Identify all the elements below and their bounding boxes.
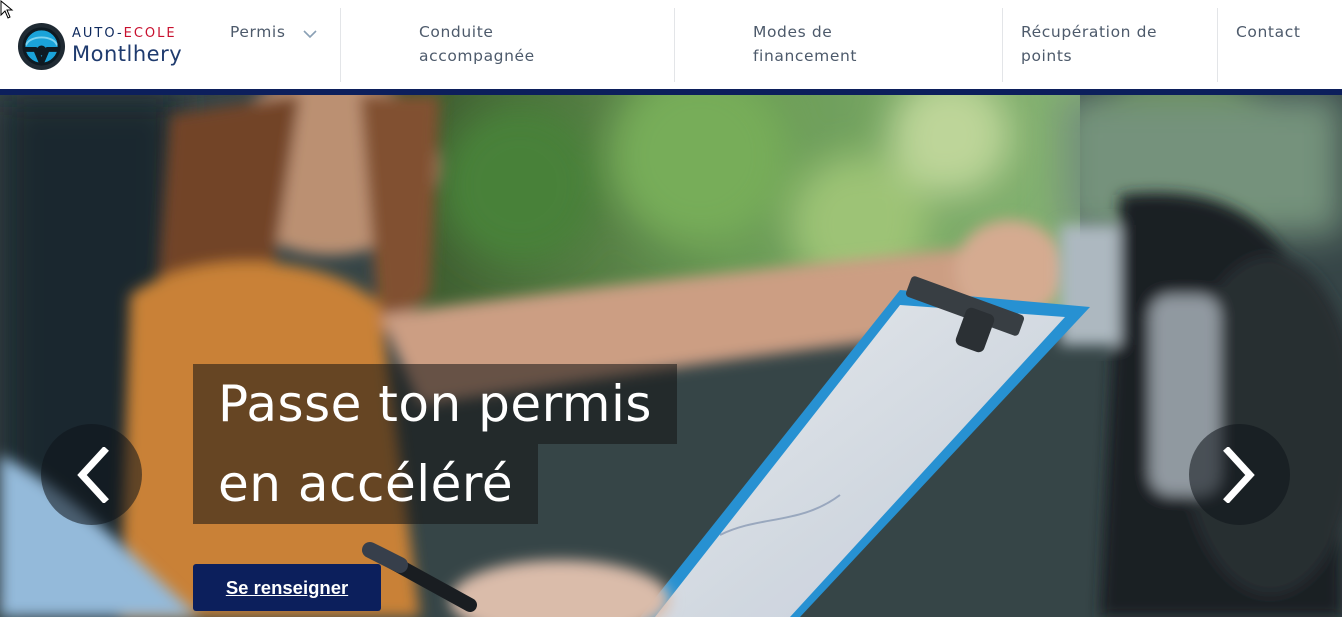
chevron-right-icon xyxy=(1222,446,1255,503)
brand-wordmark-top: AUTO-ECOLE xyxy=(72,26,177,41)
nav-divider xyxy=(1217,8,1218,82)
steering-wheel-icon xyxy=(17,22,66,70)
chevron-left-icon xyxy=(76,446,109,503)
hero-headline-line1: Passe ton permis xyxy=(193,364,677,444)
nav-item-permis[interactable]: Permis xyxy=(230,8,340,82)
nav-divider xyxy=(674,8,675,82)
nav-item-label: Permis xyxy=(230,23,286,41)
chevron-down-icon xyxy=(303,30,317,39)
brand-wordmark-bottom: Montlhery xyxy=(72,42,183,66)
se-renseigner-button[interactable]: Se renseigner xyxy=(193,564,381,611)
page: AUTO-ECOLE Montlhery Permis Conduite acc… xyxy=(0,0,1342,617)
nav-item-modes-de-financement[interactable]: Modes de financement xyxy=(753,8,998,82)
slider-next-button[interactable] xyxy=(1189,424,1290,525)
site-header: AUTO-ECOLE Montlhery Permis Conduite acc… xyxy=(0,0,1342,90)
hero-headline-line2: en accéléré xyxy=(193,444,539,524)
mouse-cursor-icon xyxy=(0,0,14,19)
hero-slider: Passe ton permis en accéléré Se renseign… xyxy=(0,95,1342,617)
nav-divider xyxy=(340,8,341,82)
nav-item-recuperation-de-points[interactable]: Récupération de points xyxy=(1021,8,1213,82)
hero-background-image xyxy=(0,95,1342,617)
hero-headline: Passe ton permis en accéléré xyxy=(193,364,677,524)
nav-item-label: Modes de financement xyxy=(753,23,858,65)
slider-prev-button[interactable] xyxy=(41,424,142,525)
nav-item-label: Contact xyxy=(1236,23,1301,41)
nav-item-label: Conduite accompagnée xyxy=(419,23,535,65)
nav-item-conduite-accompagnee[interactable]: Conduite accompagnée xyxy=(419,8,669,82)
nav-divider xyxy=(1002,8,1003,82)
brand-logo-link[interactable]: AUTO-ECOLE Montlhery xyxy=(17,21,202,71)
nav-item-contact[interactable]: Contact xyxy=(1236,8,1336,82)
nav-item-label: Récupération de points xyxy=(1021,23,1158,65)
